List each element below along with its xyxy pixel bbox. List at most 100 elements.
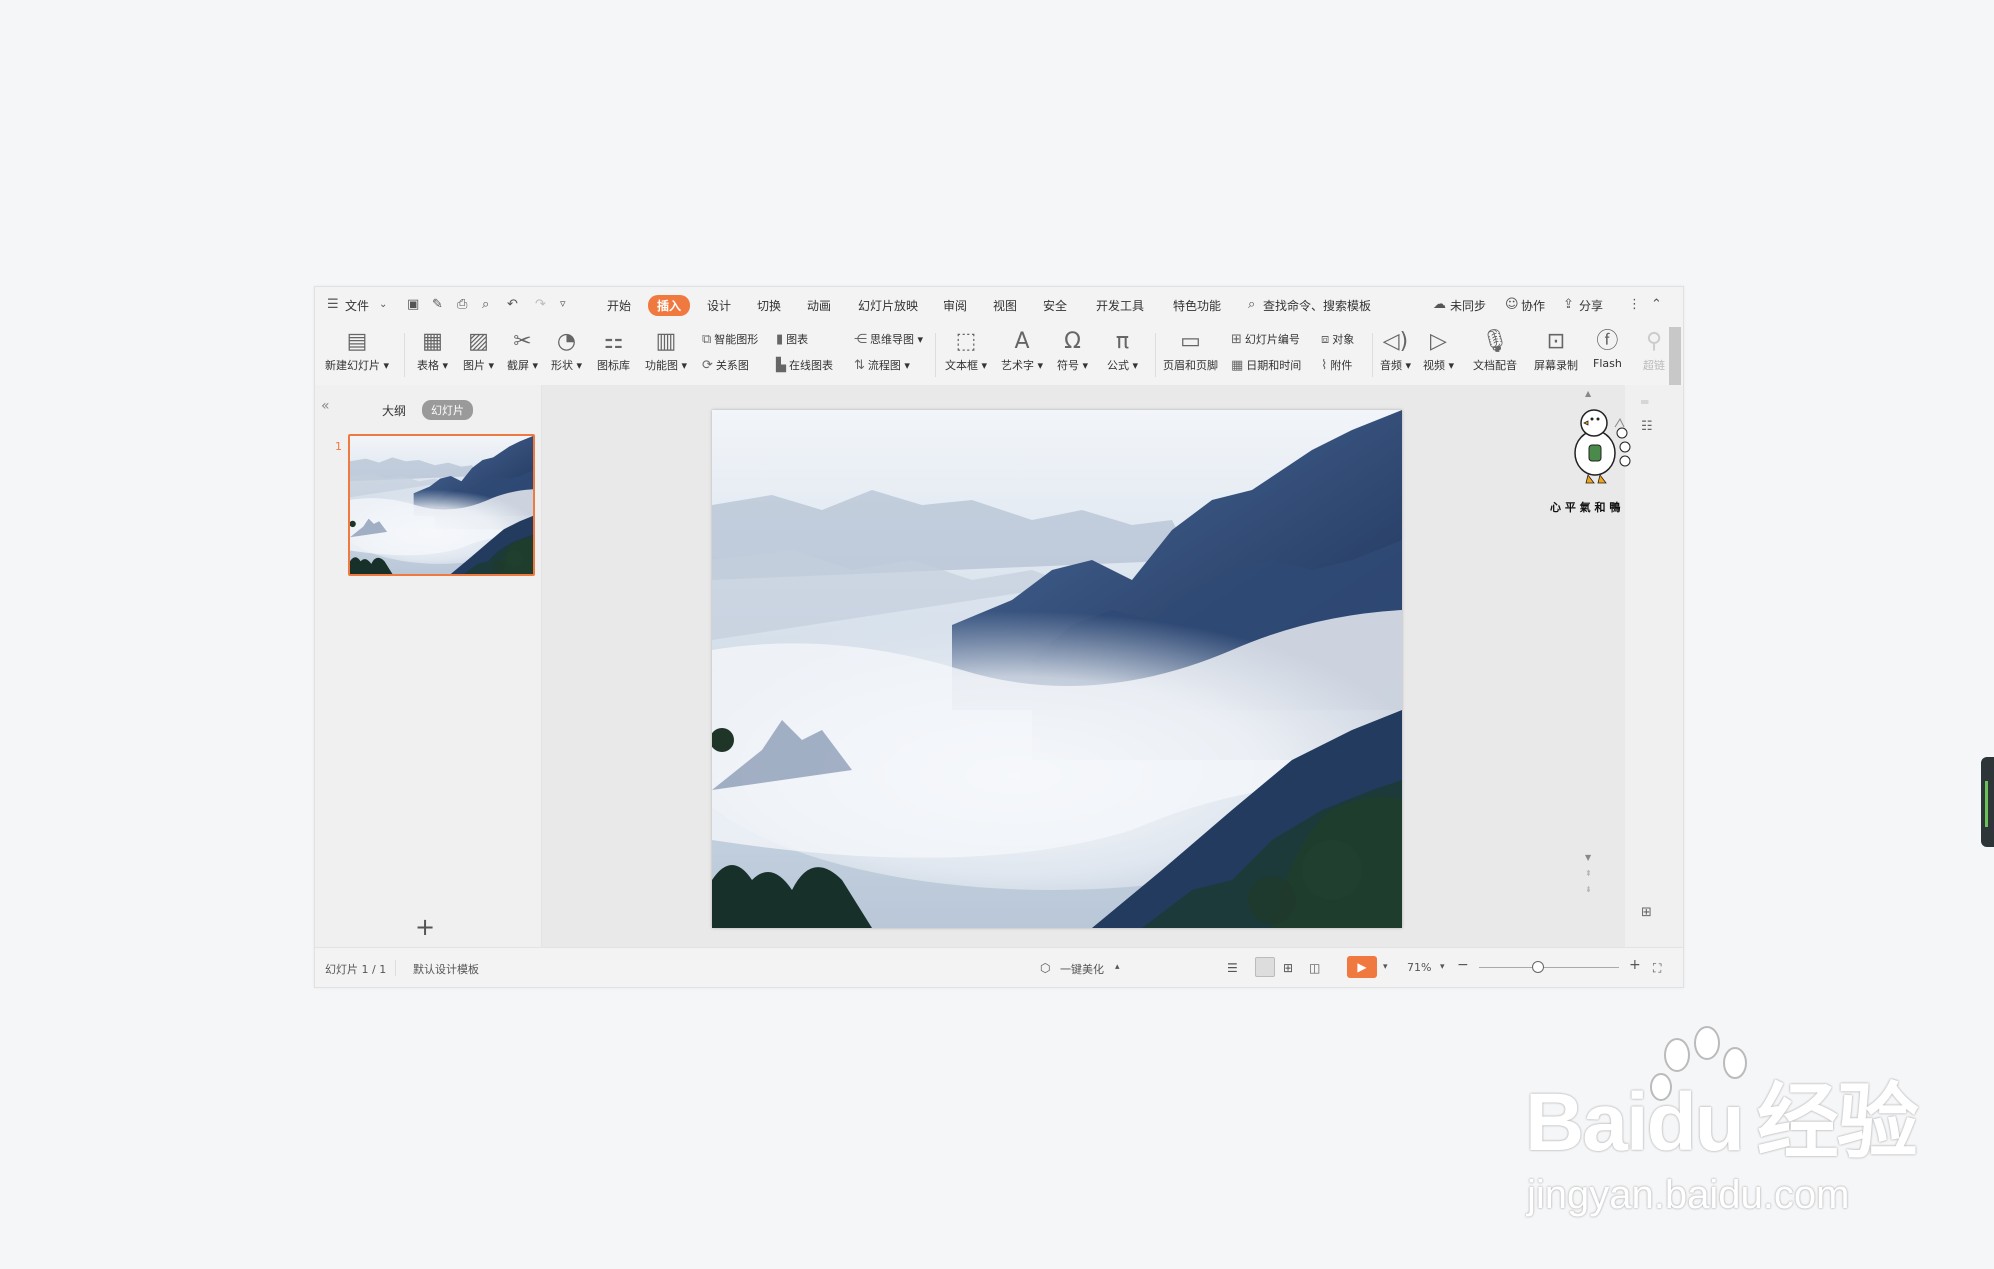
screenshot-button[interactable]: ✂ 截屏 ▾ xyxy=(507,327,538,373)
file-menu[interactable]: 文件 xyxy=(345,297,369,314)
calendar-icon: ▦ xyxy=(1231,358,1244,373)
ribbon-insert: ▤ 新建幻灯片 ▾ ▦ 表格 ▾ ▨ 图片 ▾ ✂ 截屏 ▾ ◔ 形状 ▾ ⚏ 图标库 ▥ 功… xyxy=(315,323,1683,386)
speaker-icon: ◁) xyxy=(1382,329,1409,354)
sync-status[interactable]: 未同步 xyxy=(1450,297,1486,314)
collapse-panel-icon[interactable]: « xyxy=(321,398,330,414)
next-slide-icon[interactable]: ⇟ xyxy=(1585,885,1592,894)
tab-security[interactable]: 安全 xyxy=(1043,297,1067,314)
slide[interactable] xyxy=(712,410,1402,928)
tab-outline[interactable]: 大纲 xyxy=(382,402,406,419)
chevron-up-icon[interactable]: ▴ xyxy=(1115,962,1120,972)
fit-window-icon[interactable]: ⛶ xyxy=(1653,961,1661,976)
symbol-button[interactable]: Ω 符号 ▾ xyxy=(1057,327,1088,373)
divider xyxy=(935,333,936,377)
tab-slideshow[interactable]: 幻灯片放映 xyxy=(858,297,918,314)
thumbnail-landscape-image xyxy=(350,436,533,574)
hamburger-menu-icon[interactable]: ☰ xyxy=(327,297,339,312)
video-button[interactable]: ▷ 视频 ▾ xyxy=(1423,327,1454,373)
picture-icon: ▨ xyxy=(468,329,489,354)
zoom-in-icon[interactable]: + xyxy=(1629,957,1641,973)
relation-chart-button[interactable]: ⟳ 关系图 xyxy=(702,357,749,373)
chevron-down-icon[interactable]: ⌄ xyxy=(379,299,387,310)
slide-number-button[interactable]: ⊞ 幻灯片编号 xyxy=(1231,331,1300,347)
tab-transition[interactable]: 切换 xyxy=(757,297,781,314)
add-slide-icon[interactable]: + xyxy=(415,913,435,941)
more-icon[interactable]: ⋮ xyxy=(1628,297,1641,312)
tab-insert[interactable]: 插入 xyxy=(648,295,691,316)
tab-animation[interactable]: 动画 xyxy=(807,297,831,314)
divider xyxy=(1155,333,1156,377)
mindmap-button[interactable]: ⋲ 思维导图 ▾ xyxy=(854,331,923,347)
zoom-dropdown-icon[interactable]: ▾ xyxy=(1440,962,1445,972)
sorter-view-icon[interactable]: ⊞ xyxy=(1283,961,1293,975)
settings-sliders-icon[interactable]: ☷ xyxy=(1641,419,1653,434)
undo-icon[interactable]: ↶ xyxy=(507,297,518,312)
datetime-button[interactable]: ▦ 日期和时间 xyxy=(1231,357,1301,373)
normal-view-icon[interactable] xyxy=(1255,957,1275,977)
ribbon-scroll-handle[interactable] xyxy=(1669,327,1681,385)
tab-developer[interactable]: 开发工具 xyxy=(1096,297,1144,314)
pi-icon: π xyxy=(1115,329,1130,354)
redo-icon[interactable]: ↷ xyxy=(535,297,546,312)
object-button[interactable]: ⧈ 对象 xyxy=(1321,331,1354,347)
shape-icon: ◔ xyxy=(556,329,577,354)
tab-home[interactable]: 开始 xyxy=(607,297,631,314)
beautify-icon: ⬡ xyxy=(1040,961,1051,975)
zoom-out-icon[interactable]: − xyxy=(1457,957,1469,973)
collaborate-button[interactable]: 协作 xyxy=(1521,297,1545,314)
table-button[interactable]: ▦ 表格 ▾ xyxy=(417,327,448,373)
collapse-ribbon-icon[interactable]: ⌃ xyxy=(1651,297,1662,312)
paperclip-icon: ⌇ xyxy=(1321,358,1328,373)
drag-handle-icon[interactable]: ═ xyxy=(1641,395,1648,409)
edge-widget[interactable] xyxy=(1981,757,1994,847)
grid-icon[interactable]: ⊞ xyxy=(1641,905,1652,920)
header-footer-button[interactable]: ▭ 页眉和页脚 xyxy=(1163,327,1218,373)
play-slideshow-button[interactable]: ▶ xyxy=(1347,956,1377,978)
formula-button[interactable]: π 公式 ▾ xyxy=(1107,327,1138,373)
landscape-picture[interactable] xyxy=(712,410,1402,928)
command-search[interactable]: 查找命令、搜索模板 xyxy=(1263,297,1371,314)
customize-toolbar-icon[interactable]: ▿ xyxy=(560,297,566,310)
slide-canvas[interactable]: ▲ ▼ ⇞ ⇟ xyxy=(542,385,1664,947)
new-slide-icon: ▤ xyxy=(346,329,368,354)
tab-review[interactable]: 审阅 xyxy=(943,297,967,314)
tab-view[interactable]: 视图 xyxy=(993,297,1017,314)
print-icon[interactable]: ⎙ xyxy=(457,297,467,312)
icon-library-button[interactable]: ⚏ 图标库 xyxy=(597,327,630,373)
slideshow-options-icon[interactable]: ▾ xyxy=(1383,962,1388,972)
scroll-down-icon[interactable]: ▼ xyxy=(1585,853,1591,862)
prev-slide-icon[interactable]: ⇞ xyxy=(1585,869,1592,878)
smart-shape-button[interactable]: ⧉ 智能图形 xyxy=(702,331,758,347)
slide-thumbnail[interactable] xyxy=(348,434,535,576)
new-slide-button[interactable]: ▤ 新建幻灯片 ▾ xyxy=(325,327,389,373)
one-click-beautify-button[interactable]: 一键美化 xyxy=(1060,961,1104,977)
hyperlink-button[interactable]: ⚲ 超链 xyxy=(1643,327,1665,373)
reading-view-icon[interactable]: ◫ xyxy=(1309,961,1320,975)
tab-slides[interactable]: 幻灯片 xyxy=(422,400,473,420)
zoom-level[interactable]: 71% xyxy=(1407,961,1431,974)
online-chart-button[interactable]: ▙ 在线图表 xyxy=(776,357,833,373)
chart-button[interactable]: ▮ 图表 xyxy=(776,331,808,347)
icon-library-icon: ⚏ xyxy=(603,329,624,354)
notes-icon[interactable]: ☰ xyxy=(1227,961,1238,975)
design-template[interactable]: 默认设计模板 xyxy=(413,961,479,977)
function-chart-button[interactable]: ▥ 功能图 ▾ xyxy=(645,327,687,373)
zoom-slider-thumb[interactable] xyxy=(1531,961,1544,973)
print-preview-icon[interactable]: ⌕ xyxy=(482,297,489,312)
picture-button[interactable]: ▨ 图片 ▾ xyxy=(463,327,494,373)
doc-dubbing-button[interactable]: 🎙 文档配音 xyxy=(1473,327,1517,373)
flowchart-button[interactable]: ⇅ 流程图 ▾ xyxy=(854,357,910,373)
shape-button[interactable]: ◔ 形状 ▾ xyxy=(551,327,582,373)
save-icon[interactable]: ▣ xyxy=(407,297,419,312)
wordart-button[interactable]: A 艺术字 ▾ xyxy=(1001,327,1043,373)
attachment-button[interactable]: ⌇ 附件 xyxy=(1321,357,1352,373)
share-icon: ⇪ xyxy=(1563,297,1574,312)
share-button[interactable]: 分享 xyxy=(1579,297,1603,314)
textbox-button[interactable]: ⬚ 文本框 ▾ xyxy=(945,327,987,373)
audio-button[interactable]: ◁) 音频 ▾ xyxy=(1380,327,1411,373)
zoom-slider[interactable] xyxy=(1479,961,1619,973)
tab-design[interactable]: 设计 xyxy=(707,297,731,314)
tab-special[interactable]: 特色功能 xyxy=(1173,297,1221,314)
smart-shape-icon: ⧉ xyxy=(702,332,712,347)
format-painter-icon[interactable]: ✎ xyxy=(432,297,443,312)
